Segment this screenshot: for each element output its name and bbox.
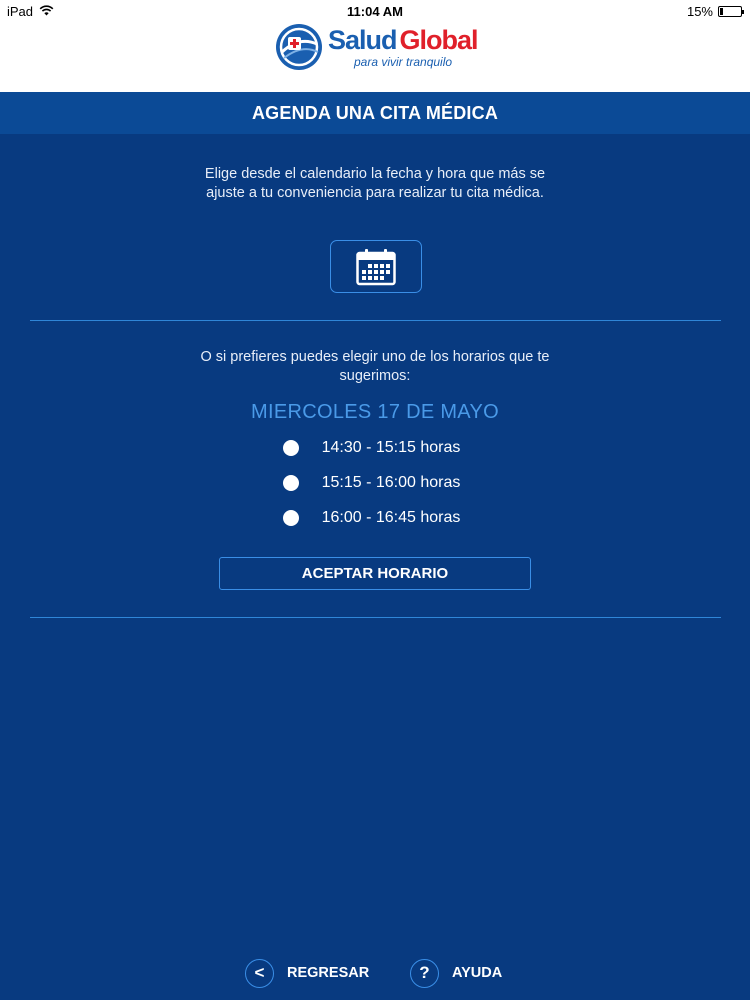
suggestion-text: O si prefieres puedes elegir uno de los … [200,349,550,384]
time-slot-label: 16:00 - 16:45 horas [321,509,461,526]
time-slot-label: 15:15 - 16:00 horas [321,474,461,491]
battery-icon [718,6,744,17]
back-button[interactable]: < REGRESAR [245,957,369,989]
calendar-icon [356,248,396,285]
time-slot-option[interactable]: 14:30 - 15:15 horas [283,436,483,460]
footer-nav: < REGRESAR ? AYUDA [0,957,750,989]
time-slot-option[interactable]: 16:00 - 16:45 horas [283,506,483,530]
help-button[interactable]: ? AYUDA [410,957,502,989]
help-label: AYUDA [452,965,503,981]
status-time: 11:04 AM [347,4,403,19]
brand-tagline: para vivir tranquilo [354,54,453,69]
divider [30,320,721,321]
suggested-date: MIERCOLES 17 DE MAYO [251,401,499,423]
page-title: AGENDA UNA CITA MÉDICA [0,92,750,134]
status-bar: iPad 11:04 AM 15% [0,0,750,22]
brand-name-salud: Salud [328,24,398,55]
calendar-button[interactable] [330,240,422,293]
back-chevron-icon: < [245,958,274,988]
time-slot-option[interactable]: 15:15 - 16:00 horas [283,471,483,495]
help-question-icon: ? [410,958,439,988]
radio-button[interactable] [283,440,299,456]
radio-button[interactable] [283,510,299,526]
divider [30,617,721,618]
app-header: iPad 11:04 AM 15% Salud Global para vivi… [0,0,750,92]
globe-logo-icon [276,24,322,70]
back-label: REGRESAR [287,965,370,981]
battery-percent: 15% [686,4,713,19]
time-slot-label: 14:30 - 15:15 horas [321,439,461,456]
accept-schedule-button[interactable]: ACEPTAR HORARIO [219,557,531,590]
radio-button[interactable] [283,475,299,491]
intro-text: Elige desde el calendario la fecha y hor… [204,166,546,201]
brand-name-global: Global [399,24,479,55]
salud-global-logo: Salud Global para vivir tranquilo [274,22,479,72]
